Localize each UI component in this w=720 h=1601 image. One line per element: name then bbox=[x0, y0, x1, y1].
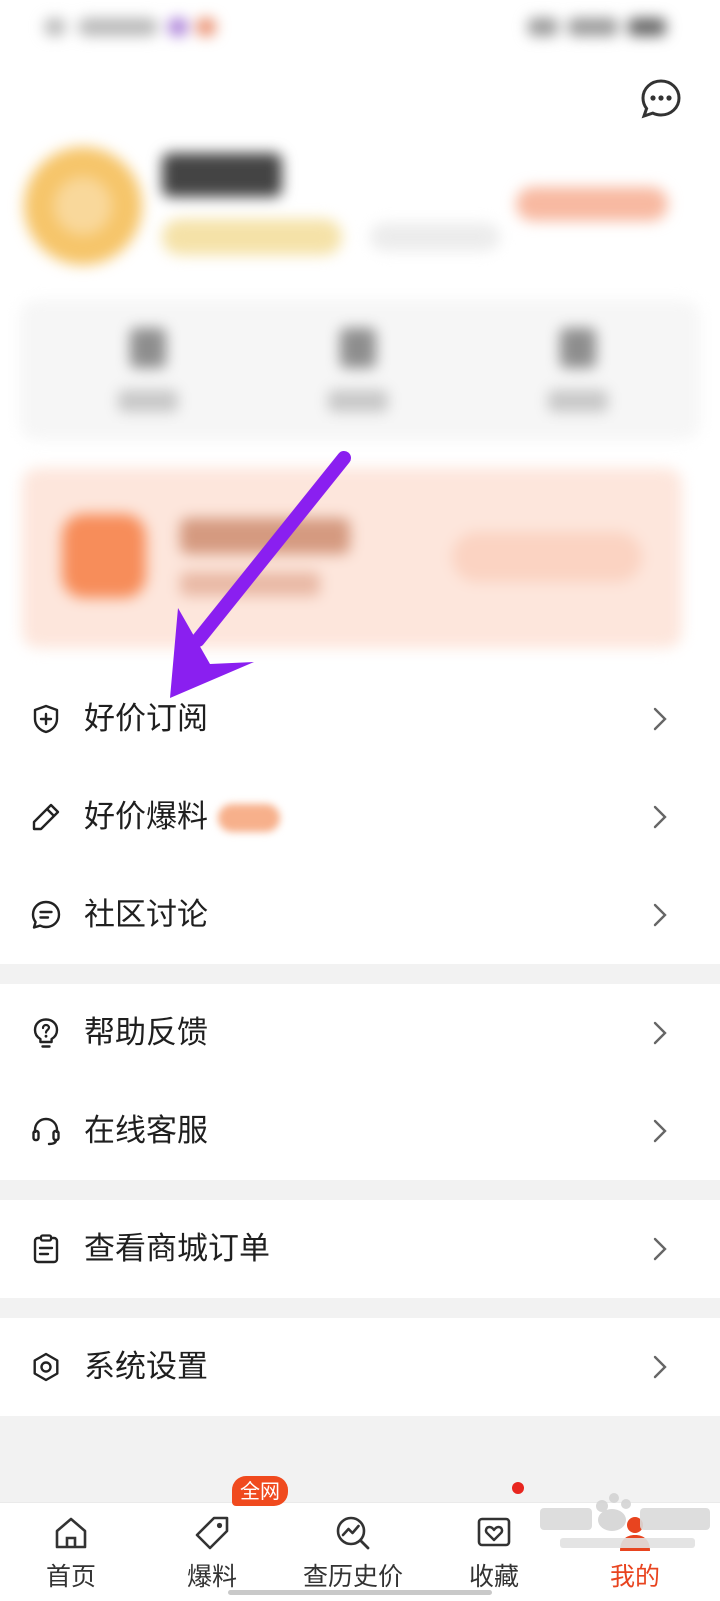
menu-item-report-deal[interactable]: 好价爆料 bbox=[0, 768, 720, 866]
username bbox=[162, 153, 282, 197]
tab-label: 爆料 bbox=[186, 1562, 237, 1591]
stat-item-2[interactable] bbox=[300, 328, 420, 418]
stats-card bbox=[20, 300, 700, 440]
stat-item-3[interactable] bbox=[520, 328, 640, 418]
tab-baoliao[interactable]: 爆料 bbox=[147, 1503, 277, 1601]
promo-icon bbox=[62, 514, 146, 598]
chevron-right-icon bbox=[653, 707, 667, 731]
menu-item-label: 社区讨论 bbox=[84, 897, 208, 933]
message-button[interactable] bbox=[640, 78, 682, 120]
menu-group-2: 帮助反馈 在线客服 bbox=[0, 984, 720, 1180]
pencil-icon bbox=[32, 803, 60, 831]
price-trend-icon bbox=[336, 1516, 370, 1550]
chevron-right-icon bbox=[653, 1119, 667, 1143]
chevron-right-icon bbox=[653, 1021, 667, 1045]
status-bar bbox=[0, 0, 720, 56]
profile-link[interactable] bbox=[370, 223, 500, 251]
chevron-right-icon bbox=[653, 903, 667, 927]
menu-item-label: 在线客服 bbox=[84, 1113, 208, 1149]
promo-action-button[interactable] bbox=[452, 532, 642, 582]
menu-item-label: 查看商城订单 bbox=[84, 1231, 270, 1267]
home-indicator[interactable] bbox=[228, 1590, 492, 1595]
menu-group-1: 好价订阅 好价爆料 社区讨论 bbox=[0, 670, 720, 964]
tab-label: 收藏 bbox=[468, 1562, 519, 1591]
tab-label: 我的 bbox=[609, 1562, 660, 1591]
headset-icon bbox=[32, 1117, 60, 1146]
promo-title bbox=[180, 518, 350, 554]
status-bar-right-info bbox=[528, 16, 668, 38]
profile-header bbox=[0, 135, 720, 285]
menu-item-mall-orders[interactable]: 查看商城订单 bbox=[0, 1200, 720, 1298]
menu-item-customer-service[interactable]: 在线客服 bbox=[0, 1082, 720, 1180]
tab-label: 查历史价 bbox=[302, 1562, 403, 1591]
tab-price-history[interactable]: 查历史价 bbox=[288, 1503, 418, 1601]
level-badge bbox=[162, 219, 342, 255]
price-tag-icon bbox=[195, 1516, 229, 1550]
stat-item-1[interactable] bbox=[90, 328, 210, 418]
chevron-right-icon bbox=[653, 1237, 667, 1261]
favorite-heart-icon bbox=[477, 1517, 511, 1547]
menu-group-4: 系统设置 bbox=[0, 1318, 720, 1416]
menu-item-label: 系统设置 bbox=[84, 1349, 208, 1385]
menu-item-label: 好价订阅 bbox=[84, 701, 208, 737]
menu-group-3: 查看商城订单 bbox=[0, 1200, 720, 1298]
status-bar-left-info bbox=[44, 14, 264, 40]
home-icon bbox=[55, 1517, 87, 1549]
hexagon-settings-icon bbox=[33, 1352, 59, 1382]
menu-item-community[interactable]: 社区讨论 bbox=[0, 866, 720, 964]
promo-subtitle bbox=[180, 572, 320, 596]
watermark-logo bbox=[540, 1493, 710, 1548]
help-bulb-icon bbox=[33, 1018, 59, 1048]
chevron-right-icon bbox=[653, 1355, 667, 1379]
clipboard-icon bbox=[33, 1234, 59, 1264]
message-icon bbox=[641, 79, 681, 119]
promo-banner[interactable] bbox=[22, 468, 682, 648]
new-tag-badge bbox=[218, 804, 280, 832]
favorites-notification-dot bbox=[512, 1482, 524, 1494]
menu-item-label: 帮助反馈 bbox=[84, 1015, 208, 1051]
tab-home[interactable]: 首页 bbox=[6, 1503, 136, 1601]
section-divider bbox=[0, 1298, 720, 1318]
shield-plus-icon bbox=[33, 704, 59, 734]
section-divider bbox=[0, 964, 720, 984]
member-button[interactable] bbox=[516, 187, 668, 221]
chevron-right-icon bbox=[653, 805, 667, 829]
chat-bubble-icon bbox=[31, 900, 61, 929]
baoliao-badge: 全网 bbox=[232, 1476, 288, 1506]
avatar[interactable] bbox=[24, 147, 142, 265]
menu-item-help-feedback[interactable]: 帮助反馈 bbox=[0, 984, 720, 1082]
section-divider bbox=[0, 1180, 720, 1200]
menu-item-label: 好价爆料 bbox=[84, 799, 208, 835]
tab-label: 首页 bbox=[45, 1562, 96, 1591]
menu-item-subscription[interactable]: 好价订阅 bbox=[0, 670, 720, 768]
menu-item-system-settings[interactable]: 系统设置 bbox=[0, 1318, 720, 1416]
